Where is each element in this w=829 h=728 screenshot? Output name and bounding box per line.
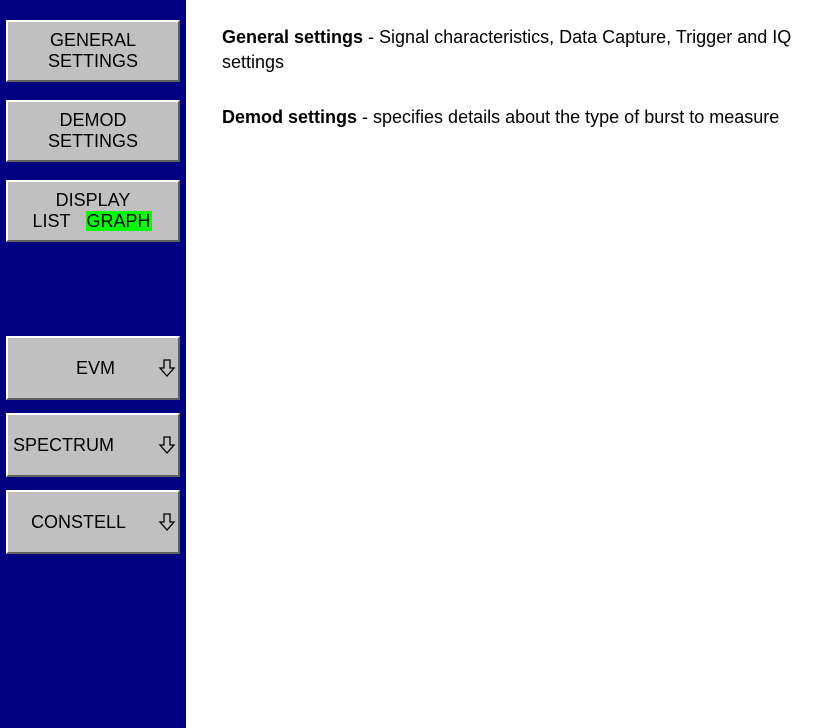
demod-settings-term: Demod settings [222,107,358,127]
general-settings-description: General settings - Signal characteristic… [222,25,822,75]
demod-settings-line2: SETTINGS [47,131,138,151]
arrow-down-icon [158,513,176,531]
evm-softkey[interactable]: EVM [6,336,180,400]
constell-softkey-label: CONSTELL [31,512,127,532]
general-settings-softkey[interactable]: GENERAL SETTINGS [6,20,180,82]
display-softkey-title: DISPLAY [55,190,131,210]
demod-settings-softkey[interactable]: DEMOD SETTINGS [6,100,180,162]
spectrum-softkey-label: SPECTRUM [13,435,115,455]
demod-settings-description: Demod settings - specifies details about… [222,105,822,130]
general-settings-line1: GENERAL [49,30,137,50]
display-option-list: LIST [32,211,71,231]
display-option-graph-selected: GRAPH [85,211,152,231]
evm-softkey-label: EVM [76,358,116,378]
arrow-down-icon [158,436,176,454]
spectrum-softkey[interactable]: SPECTRUM [6,413,180,477]
demod-settings-line1: DEMOD [59,110,127,130]
general-settings-term: General settings [222,27,364,47]
softkey-bar: GENERAL SETTINGS DEMOD SETTINGS DISPLAY … [0,0,186,728]
display-toggle-row: LIST GRAPH [8,211,178,232]
general-settings-line2: SETTINGS [47,51,138,71]
display-list-graph-softkey[interactable]: DISPLAY LIST GRAPH [6,180,180,242]
demod-settings-text: - specifies details about the type of bu… [357,107,780,127]
constell-softkey[interactable]: CONSTELL [6,490,180,554]
arrow-down-icon [158,359,176,377]
